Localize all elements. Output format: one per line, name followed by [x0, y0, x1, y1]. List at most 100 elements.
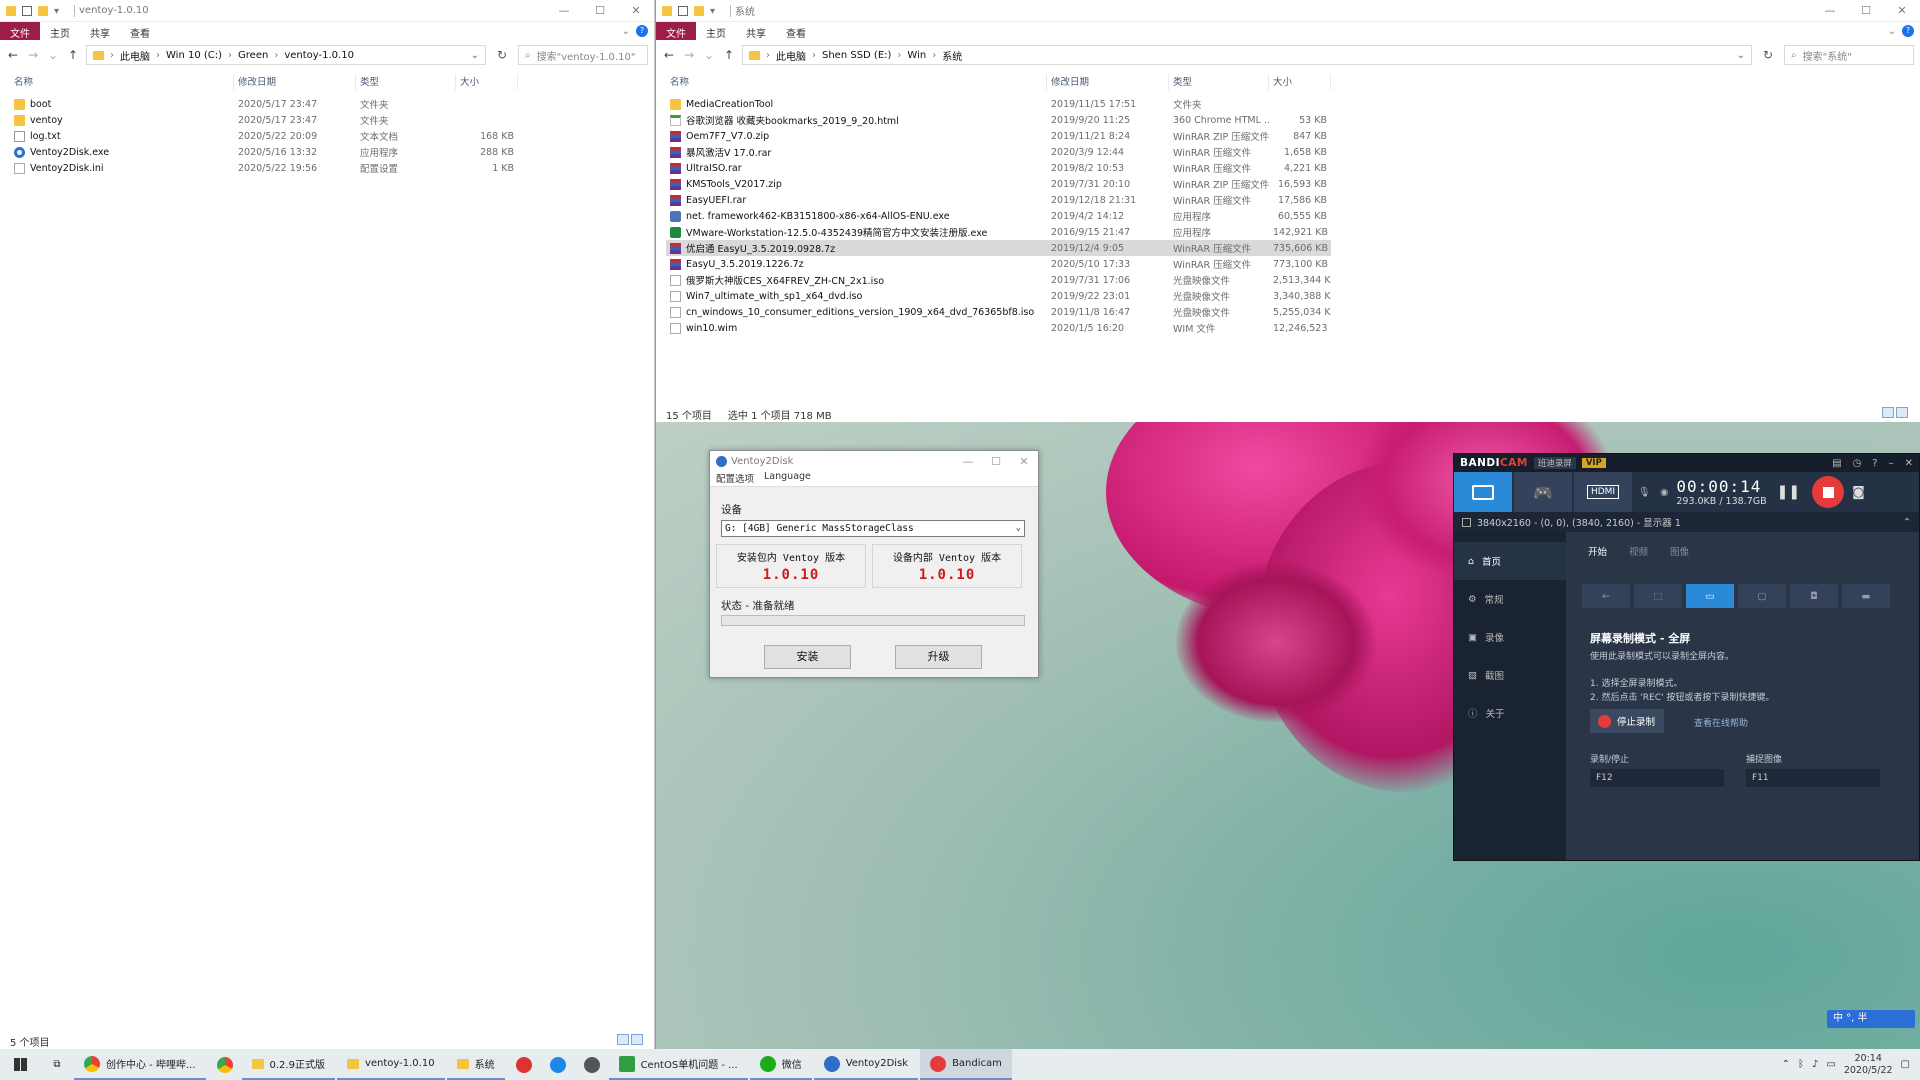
refresh-icon[interactable]: ↻ — [1758, 48, 1778, 62]
taskbar-button[interactable]: 系统 — [446, 1049, 505, 1080]
chevron-down-icon[interactable]: ⌄ — [471, 50, 479, 61]
tiles-view-icon[interactable] — [631, 1034, 643, 1045]
file-row[interactable]: cn_windows_10_consumer_editions_version_… — [666, 304, 1331, 320]
up-icon[interactable]: ↑ — [722, 48, 736, 62]
tab-share[interactable]: 共享 — [736, 22, 776, 40]
file-row[interactable]: Win7_ultimate_with_sp1_x64_dvd.iso 2019/9… — [666, 288, 1331, 304]
task-view-button[interactable]: ⧉ — [40, 1059, 74, 1070]
start-button[interactable] — [0, 1058, 40, 1071]
sidebar-item-about[interactable]: ⓘ 关于 — [1454, 694, 1566, 732]
file-row[interactable]: Ventoy2Disk.ini 2020/5/22 19:56 配置设置 1 KB — [10, 160, 518, 176]
file-row[interactable]: KMSTools_V2017.zip 2019/7/31 20:10 WinRAR … — [666, 176, 1331, 192]
taskbar-pinned-app[interactable] — [507, 1056, 541, 1073]
screenshot-camera-icon[interactable]: ◙ — [1852, 485, 1865, 500]
bluetooth-icon[interactable]: ᛒ — [1798, 1059, 1804, 1070]
help-icon[interactable]: ? — [1902, 25, 1914, 37]
back-icon[interactable]: ← — [662, 48, 676, 62]
tab-home[interactable]: 主页 — [696, 22, 736, 40]
tab-video[interactable]: 视频 — [1629, 544, 1648, 558]
device-select[interactable]: G: [4GB] Generic MassStorageClass ⌄ — [721, 520, 1025, 537]
file-row[interactable]: ventoy 2020/5/17 23:47 文件夹 — [10, 112, 518, 128]
file-row[interactable]: win10.wim 2020/1/5 16:20 WIM 文件 12,246,523 … — [666, 320, 1331, 336]
back-arrow-icon[interactable]: ← — [1582, 584, 1630, 608]
stop-recording-button[interactable]: 停止录制 — [1590, 709, 1664, 733]
up-icon[interactable]: ↑ — [66, 48, 80, 62]
hotkey-capture-field[interactable]: F11 — [1746, 769, 1880, 787]
taskbar-pinned-app[interactable] — [575, 1056, 609, 1073]
taskbar-button[interactable]: Ventoy2Disk — [813, 1049, 919, 1080]
taskbar-pinned-app[interactable] — [208, 1056, 242, 1073]
new-folder-icon[interactable] — [38, 5, 48, 16]
file-row[interactable]: 暴风激活V 17.0.rar 2020/3/9 12:44 WinRAR 压缩文件 1… — [666, 144, 1331, 160]
breadcrumb-item[interactable]: Shen SSD (E:) — [822, 50, 891, 61]
help-icon[interactable]: ? — [636, 25, 648, 37]
taskbar-button[interactable]: 0.2.9正式版 — [241, 1049, 335, 1080]
address-bar[interactable]: › 此电脑 › Win 10 (C:) › Green › ventoy-1.0.10… — [86, 45, 486, 65]
file-row[interactable]: 谷歌浏览器 收藏夹bookmarks_2019_9_20.html 2019/9/… — [666, 112, 1331, 128]
sidebar-item-video[interactable]: ▣ 录像 — [1454, 618, 1566, 656]
maximize-button[interactable]: ☐ — [582, 4, 618, 17]
record-stop-button[interactable] — [1812, 476, 1845, 508]
column-date[interactable]: 修改日期 — [234, 74, 356, 90]
taskbar-button[interactable]: 创作中心 - 哔哩哔... — [74, 1049, 206, 1080]
breadcrumb-item[interactable]: 此电脑 — [776, 48, 806, 63]
file-row[interactable]: EasyU_3.5.2019.1226.7z 2020/5/10 17:33 Win… — [666, 256, 1331, 272]
install-button[interactable]: 安装 — [764, 645, 851, 669]
game-mode-button[interactable]: 🎮 — [1514, 472, 1572, 512]
tab-image[interactable]: 图像 — [1670, 544, 1689, 558]
chevron-up-icon[interactable]: ⌃ — [1782, 1059, 1790, 1070]
file-row[interactable]: MediaCreationTool 2019/11/15 17:51 文件夹 — [666, 96, 1331, 112]
tab-start[interactable]: 开始 — [1588, 544, 1607, 558]
forward-icon[interactable]: → — [682, 48, 696, 62]
breadcrumb-item[interactable]: 系统 — [942, 48, 962, 63]
close-button[interactable]: ✕ — [1010, 455, 1038, 468]
menu-options[interactable]: 配置选项 — [716, 471, 754, 486]
taskbar-button[interactable]: Bandicam — [920, 1049, 1012, 1080]
screen-mode-button[interactable] — [1454, 472, 1512, 512]
help-icon[interactable]: ? — [1872, 458, 1877, 469]
search-input[interactable]: ⌕ 搜索"ventoy-1.0.10" — [518, 45, 648, 65]
tiles-view-icon[interactable] — [1896, 407, 1908, 418]
window-mode-icon[interactable]: ▢ — [1738, 584, 1786, 608]
search-input[interactable]: ⌕ 搜索"系统" — [1784, 45, 1914, 65]
refresh-icon[interactable]: ↻ — [492, 48, 512, 62]
file-row[interactable]: boot 2020/5/17 23:47 文件夹 — [10, 96, 518, 112]
address-bar[interactable]: › 此电脑 › Shen SSD (E:) › Win › 系统 ⌄ — [742, 45, 1752, 65]
fullscreen-mode-icon[interactable]: ▭ — [1686, 584, 1734, 608]
taskbar-button[interactable]: 微信 — [749, 1049, 812, 1080]
sidebar-item-general[interactable]: ⚙ 常规 — [1454, 580, 1566, 618]
file-row[interactable]: log.txt 2020/5/22 20:09 文本文档 168 KB — [10, 128, 518, 144]
maximize-button[interactable]: ☐ — [1848, 4, 1884, 17]
tab-view[interactable]: 查看 — [120, 22, 160, 40]
forward-icon[interactable]: → — [26, 48, 40, 62]
menu-language[interactable]: Language — [764, 471, 811, 486]
taskbar-button[interactable]: ventoy-1.0.10 — [336, 1049, 445, 1080]
clock-icon[interactable]: ◷ — [1853, 458, 1862, 469]
recent-dropdown-icon[interactable]: ⌄ — [702, 48, 716, 62]
minimize-button[interactable]: — — [1812, 4, 1848, 17]
clock[interactable]: 20:14 2020/5/22 — [1844, 1053, 1893, 1077]
details-view-icon[interactable] — [617, 1034, 629, 1045]
hotkey-record-field[interactable]: F12 — [1590, 769, 1724, 787]
ime-indicator[interactable]: 中 °, 半 — [1827, 1010, 1915, 1028]
column-name[interactable]: 名称 — [10, 74, 234, 90]
expand-ribbon-icon[interactable]: ⌄ — [622, 26, 630, 37]
new-folder-icon[interactable] — [694, 5, 704, 16]
taskbar-button[interactable]: CentOS单机问题 - ... — [608, 1049, 748, 1080]
chevron-down-icon[interactable]: ⌄ — [1737, 50, 1745, 61]
sidebar-item-image[interactable]: ▧ 截图 — [1454, 656, 1566, 694]
region-select-icon[interactable]: ⬚ — [1634, 584, 1682, 608]
online-help-link[interactable]: 查看在线帮助 — [1694, 716, 1748, 729]
breadcrumb-item[interactable]: Win 10 (C:) — [166, 50, 222, 61]
taskbar-pinned-app[interactable] — [541, 1056, 575, 1073]
column-name[interactable]: 名称 — [666, 74, 1047, 90]
vip-badge[interactable]: VIP — [1581, 458, 1606, 468]
close-button[interactable]: ✕ — [1905, 458, 1913, 469]
expand-ribbon-icon[interactable]: ⌄ — [1888, 26, 1896, 37]
minimize-button[interactable]: — — [546, 4, 582, 17]
column-type[interactable]: 类型 — [356, 74, 456, 90]
tab-file[interactable]: 文件 — [0, 22, 40, 40]
sidebar-item-home[interactable]: ⌂ 首页 — [1454, 542, 1566, 580]
details-view-icon[interactable] — [1882, 407, 1894, 418]
properties-icon[interactable] — [22, 5, 32, 16]
